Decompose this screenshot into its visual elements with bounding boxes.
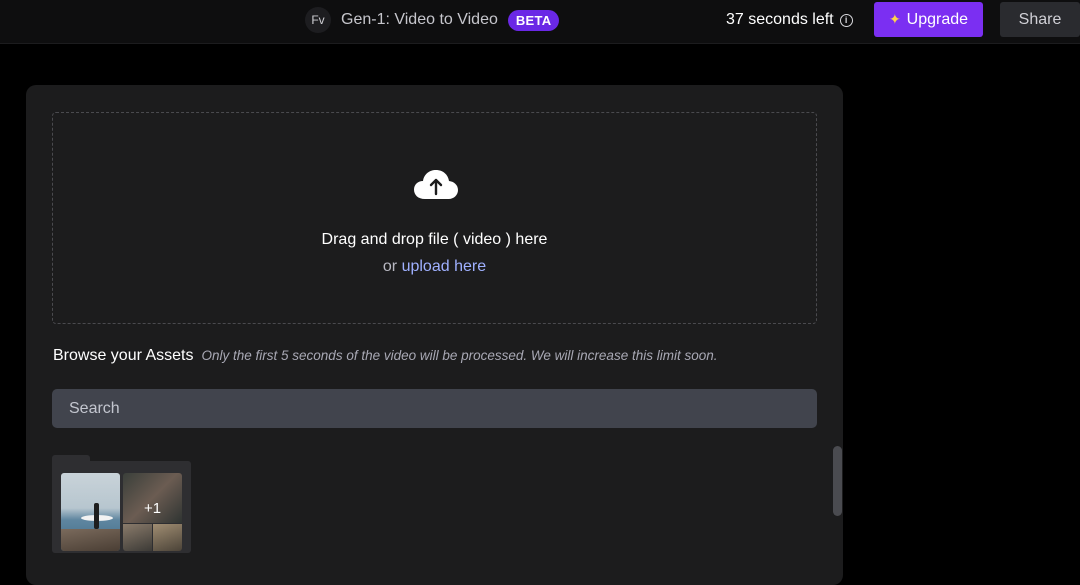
cloud-upload-icon	[414, 170, 458, 199]
search-input[interactable]	[52, 389, 817, 428]
asset-thumbnail-surfer	[61, 473, 120, 551]
thumbnail-tile	[153, 524, 182, 551]
assets-title: Browse your Assets	[53, 347, 194, 364]
time-remaining: 37 seconds left i	[726, 11, 853, 29]
thumbnail-person	[94, 503, 99, 529]
share-button[interactable]: Share	[1000, 2, 1080, 37]
asset-folder[interactable]: +1	[52, 455, 191, 553]
thumbnail-tile	[123, 524, 152, 551]
timer-text: 37 seconds left	[726, 11, 834, 28]
project-info: Fv Gen-1: Video to Video BETA	[305, 6, 560, 34]
thumbnail-rock	[61, 529, 120, 551]
assets-header: Browse your Assets Only the first 5 seco…	[53, 347, 717, 365]
scrollbar-thumb[interactable]	[833, 446, 842, 516]
upgrade-button[interactable]: ✦ Upgrade	[874, 2, 983, 37]
beta-badge: BETA	[507, 9, 560, 31]
asset-thumbnail-grid: +1	[123, 473, 182, 551]
processing-note: Only the first 5 seconds of the video wi…	[201, 348, 718, 363]
or-text: or	[382, 258, 398, 275]
file-dropzone[interactable]: Drag and drop file ( video ) here or upl…	[52, 112, 817, 324]
sparkle-icon: ✦	[888, 11, 901, 27]
upgrade-label: Upgrade	[906, 10, 969, 28]
upload-panel: Drag and drop file ( video ) here or upl…	[26, 85, 843, 585]
dropzone-instruction: Drag and drop file ( video ) here	[321, 231, 548, 248]
top-bar: Fv Gen-1: Video to Video BETA 37 seconds…	[0, 0, 1080, 44]
extra-count-badge: +1	[143, 500, 162, 517]
project-title[interactable]: Gen-1: Video to Video	[341, 11, 498, 29]
info-circle-icon[interactable]: i	[839, 13, 853, 27]
avatar[interactable]: Fv	[305, 7, 331, 33]
upload-link[interactable]: upload here	[402, 258, 487, 275]
upload-line: or upload here	[53, 258, 816, 276]
